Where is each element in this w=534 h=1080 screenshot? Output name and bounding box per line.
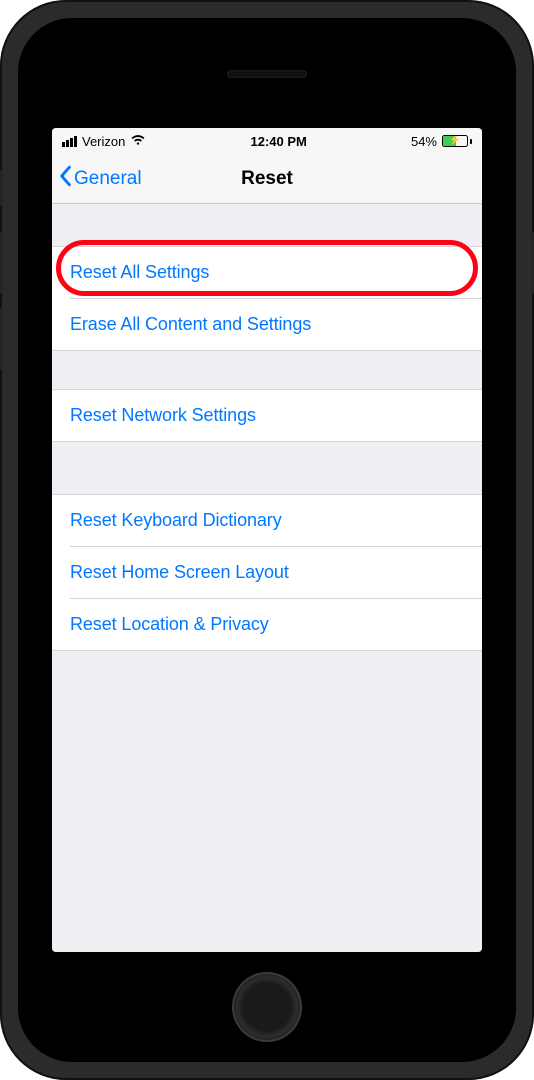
carrier-label: Verizon [82,134,125,149]
status-bar: Verizon 12:40 PM 54% ⚡ [52,128,482,154]
back-label: General [74,168,142,190]
row-reset-all-settings[interactable]: Reset All Settings [52,246,482,298]
back-button[interactable]: General [58,154,142,203]
battery-icon: ⚡ [442,135,472,147]
earpiece-speaker [227,70,307,78]
signal-icon [62,136,77,147]
page-title: Reset [241,168,293,190]
clock: 12:40 PM [250,134,306,149]
row-erase-all-content[interactable]: Erase All Content and Settings [52,299,482,351]
screen: Verizon 12:40 PM 54% ⚡ [52,128,482,952]
home-button [232,972,302,1042]
phone-bezel: Verizon 12:40 PM 54% ⚡ [18,18,516,1062]
chevron-left-icon [58,165,72,193]
volume-up [0,232,3,294]
mute-switch [0,170,3,206]
content-scroll[interactable]: Reset All Settings Erase All Content and… [52,204,482,952]
row-reset-home-screen[interactable]: Reset Home Screen Layout [52,547,482,598]
nav-bar: General Reset [52,154,482,204]
row-reset-location-privacy[interactable]: Reset Location & Privacy [52,599,482,651]
phone-frame: Verizon 12:40 PM 54% ⚡ [0,0,534,1080]
wifi-icon [130,134,146,149]
battery-pct: 54% [411,134,437,149]
row-reset-network[interactable]: Reset Network Settings [52,389,482,442]
volume-down [0,308,3,370]
row-reset-keyboard[interactable]: Reset Keyboard Dictionary [52,494,482,546]
